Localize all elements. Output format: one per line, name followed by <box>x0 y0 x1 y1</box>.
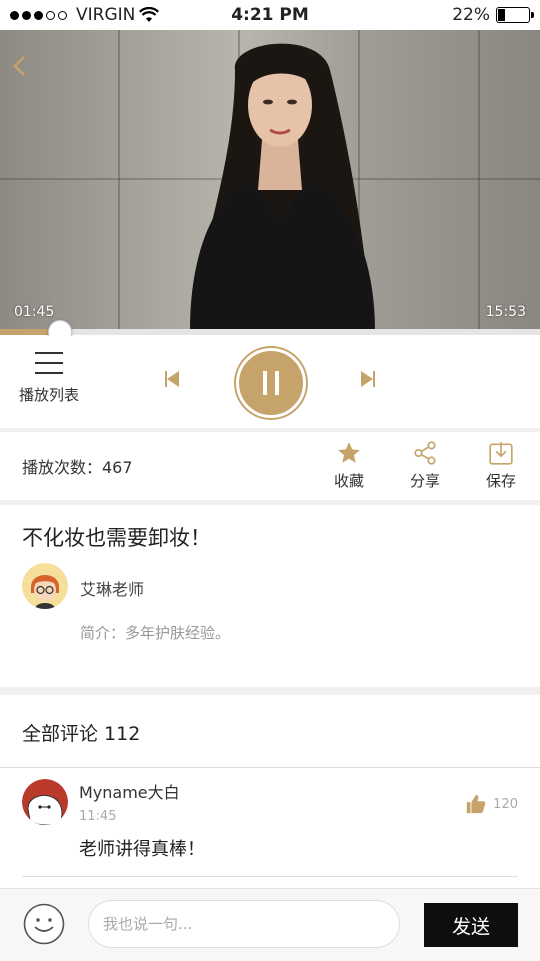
total-time: 15:53 <box>485 304 526 320</box>
favorite-button[interactable]: 收藏 <box>324 440 374 491</box>
back-button[interactable] <box>12 54 26 84</box>
section-divider <box>0 687 540 695</box>
comment-input[interactable] <box>88 900 400 948</box>
playlist-button[interactable]: 播放列表 <box>14 352 84 405</box>
progress-bar[interactable] <box>0 320 540 344</box>
menu-icon <box>35 352 63 374</box>
teacher-name[interactable]: 艾琳老师 <box>80 576 144 600</box>
favorite-label: 收藏 <box>333 472 364 490</box>
share-icon <box>414 441 436 465</box>
stats-bar: 播放次数：467 收藏 分享 保存 <box>0 432 540 500</box>
comments-header: 全部评论 112 <box>22 723 141 745</box>
status-bar: VIRGIN 4:21 PM 22% <box>0 0 540 30</box>
save-label: 保存 <box>485 472 516 490</box>
player-controls: 播放列表 <box>0 336 540 428</box>
teacher-intro: 简介：多年护肤经验。 <box>80 624 231 642</box>
next-icon[interactable] <box>357 369 377 389</box>
emoji-icon[interactable] <box>23 903 65 945</box>
star-icon <box>338 442 360 463</box>
video-player[interactable]: 01:45 15:53 <box>0 30 540 330</box>
share-button[interactable]: 分享 <box>400 440 450 491</box>
current-time: 01:45 <box>14 304 55 320</box>
like-button[interactable]: 120 <box>465 793 518 815</box>
playlist-label: 播放列表 <box>18 386 79 404</box>
pause-button[interactable] <box>236 348 306 418</box>
battery-percent: 22% <box>452 5 490 25</box>
comment-username[interactable]: Myname大白 <box>79 779 180 803</box>
lesson-info: 不化妆也需要卸妆！ 艾琳老师 简介：多年护肤经验。 <box>0 505 540 687</box>
teacher-avatar[interactable] <box>22 563 68 609</box>
chevron-left-icon <box>13 56 25 76</box>
battery-status: 22% <box>452 5 534 25</box>
comment-item: Myname大白 11:45 老师讲得真棒！ 120 <box>0 767 540 878</box>
commenter-avatar[interactable] <box>22 779 68 825</box>
comment-divider <box>22 876 518 877</box>
send-button[interactable]: 发送 <box>424 903 518 947</box>
save-button[interactable]: 保存 <box>476 440 526 491</box>
comment-text: 老师讲得真棒！ <box>79 839 205 860</box>
share-label: 分享 <box>409 472 440 490</box>
previous-icon[interactable] <box>163 369 183 389</box>
pause-icon <box>263 371 279 395</box>
download-icon <box>489 442 513 465</box>
video-frame-person <box>190 43 375 330</box>
play-count: 播放次数：467 <box>22 458 133 477</box>
lesson-title: 不化妆也需要卸妆！ <box>22 526 211 550</box>
battery-icon <box>496 7 534 23</box>
comment-time: 11:45 <box>79 809 117 824</box>
compose-bar: 发送 <box>0 888 540 961</box>
thumbs-up-icon <box>467 794 486 814</box>
like-count: 120 <box>493 796 518 812</box>
